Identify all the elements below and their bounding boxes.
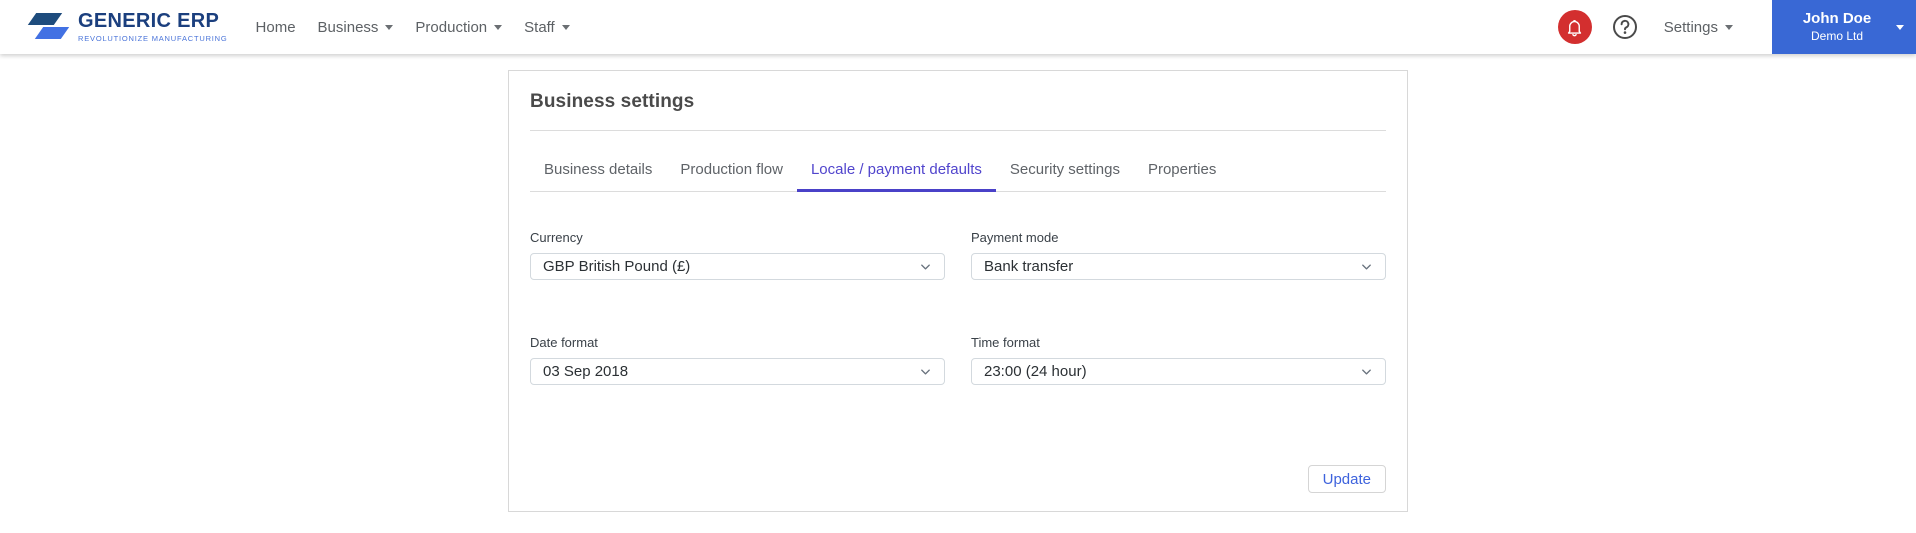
tab-business-details[interactable]: Business details (530, 153, 666, 192)
tab-locale-payment-defaults[interactable]: Locale / payment defaults (796, 153, 996, 192)
chevron-down-icon (921, 264, 930, 269)
time-format-select[interactable]: 23:00 (24 hour) (971, 358, 1386, 385)
business-settings-card: Business settings Business details Produ… (508, 70, 1408, 512)
settings-tabs: Business details Production flow Locale … (530, 153, 1386, 192)
locale-payment-form: Currency GBP British Pound (£) Payment m… (530, 230, 1386, 385)
page-content: Business settings Business details Produ… (0, 54, 1916, 512)
payment-mode-select[interactable]: Bank transfer (971, 253, 1386, 280)
brand-logo[interactable]: GENERIC ERP REVOLUTIONIZE MANUFACTURING (24, 9, 228, 45)
nav-item-label: Production (415, 18, 488, 36)
logo-parallelogram-dark (27, 13, 63, 25)
brand-logo-icon (24, 9, 70, 45)
chevron-down-icon (1725, 24, 1733, 30)
date-format-select[interactable]: 03 Sep 2018 (530, 358, 945, 385)
date-format-label: Date format (530, 335, 598, 350)
card-actions: Update (530, 465, 1386, 493)
nav-item-settings[interactable]: Settings (1664, 19, 1733, 36)
brand-text: GENERIC ERP REVOLUTIONIZE MANUFACTURING (78, 11, 228, 43)
main-nav: Home Business Production Staff (256, 19, 570, 36)
chevron-down-icon (385, 24, 394, 30)
chevron-down-icon (1896, 24, 1904, 30)
payment-mode-value: Bank transfer (984, 258, 1074, 275)
date-format-field: Date format 03 Sep 2018 (530, 335, 945, 385)
chevron-down-icon (494, 24, 503, 30)
nav-item-business[interactable]: Business (318, 19, 394, 36)
payment-mode-label: Payment mode (971, 230, 1059, 245)
nav-item-home[interactable]: Home (256, 19, 296, 36)
nav-item-staff[interactable]: Staff (524, 19, 570, 36)
settings-label: Settings (1663, 18, 1718, 36)
chevron-down-icon (1362, 369, 1371, 374)
date-format-value: 03 Sep 2018 (543, 363, 629, 380)
user-company: Demo Ltd (1810, 28, 1864, 43)
top-navbar: GENERIC ERP REVOLUTIONIZE MANUFACTURING … (0, 0, 1916, 54)
chevron-down-icon (561, 24, 570, 30)
brand-tagline: REVOLUTIONIZE MANUFACTURING (78, 34, 228, 44)
user-name: John Doe (1802, 10, 1872, 28)
navbar-right: Settings John Doe Demo Ltd (1557, 0, 1916, 54)
time-format-value: 23:00 (24 hour) (984, 363, 1087, 380)
time-format-field: Time format 23:00 (24 hour) (971, 335, 1386, 385)
notifications-button[interactable] (1557, 10, 1592, 44)
question-mark-icon (1612, 15, 1637, 39)
chevron-down-icon (921, 369, 930, 374)
update-button[interactable]: Update (1307, 465, 1386, 493)
chevron-down-icon (1362, 264, 1371, 269)
tab-properties[interactable]: Properties (1134, 153, 1230, 192)
time-format-label: Time format (971, 335, 1040, 350)
page-title: Business settings (530, 91, 695, 112)
currency-value: GBP British Pound (£) (543, 258, 691, 275)
tab-production-flow[interactable]: Production flow (666, 153, 797, 192)
nav-item-label: Home (255, 18, 296, 36)
tab-security-settings[interactable]: Security settings (996, 153, 1134, 192)
currency-field: Currency GBP British Pound (£) (530, 230, 945, 280)
nav-item-label: Staff (524, 18, 555, 36)
nav-item-label: Business (317, 18, 379, 36)
nav-item-production[interactable]: Production (415, 18, 503, 36)
help-button[interactable] (1612, 14, 1638, 40)
brand-name: GENERIC ERP (78, 10, 220, 33)
currency-label: Currency (530, 230, 583, 245)
currency-select[interactable]: GBP British Pound (£) (530, 253, 945, 280)
user-menu[interactable]: John Doe Demo Ltd (1772, 0, 1916, 54)
title-divider (530, 130, 1386, 131)
logo-parallelogram-blue (34, 27, 70, 39)
bell-icon (1568, 19, 1582, 36)
payment-mode-field: Payment mode Bank transfer (971, 230, 1386, 280)
user-info: John Doe Demo Ltd (1778, 10, 1896, 44)
